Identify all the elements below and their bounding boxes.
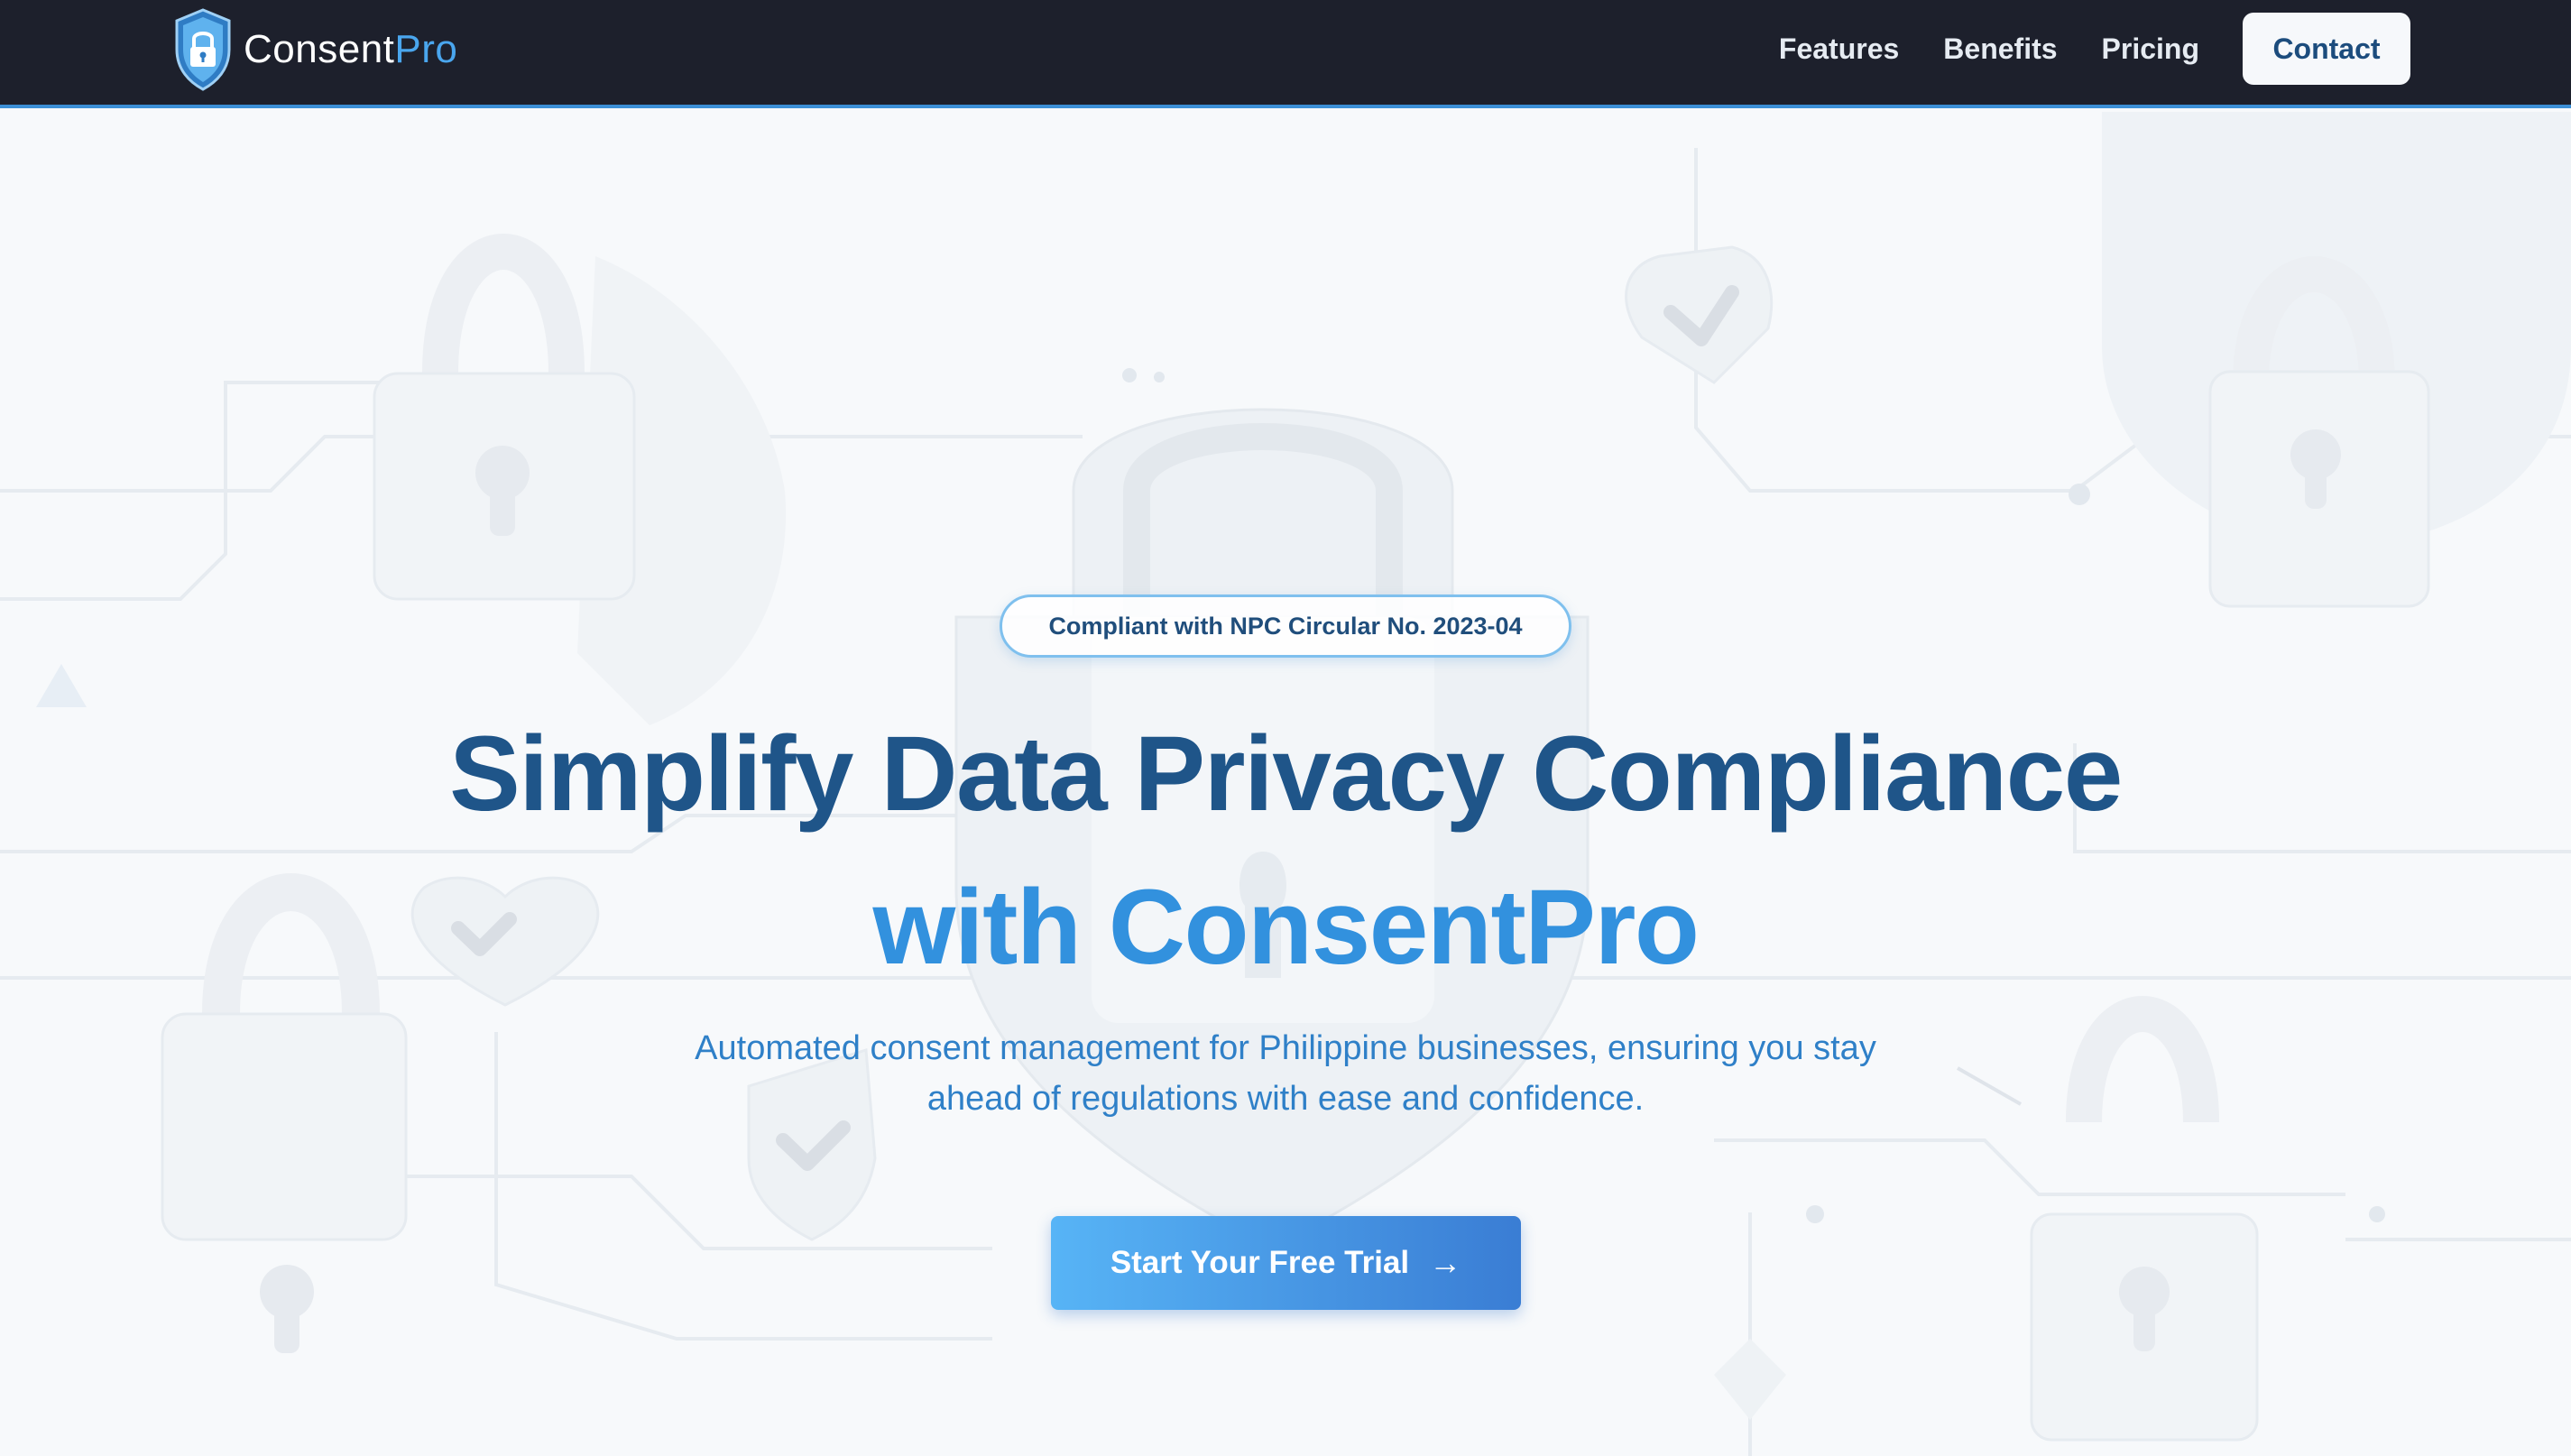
hero-title-line1: Simplify Data Privacy Compliance [449, 714, 2123, 834]
hero-section: Compliant with NPC Circular No. 2023-04 … [0, 112, 2571, 1456]
contact-button[interactable]: Contact [2243, 13, 2410, 85]
shield-lock-icon [175, 8, 231, 91]
arrow-right-icon: → [1429, 1244, 1462, 1281]
nav-link-features[interactable]: Features [1779, 32, 1899, 66]
compliance-badge: Compliant with NPC Circular No. 2023-04 [1000, 594, 1571, 658]
nav-link-pricing[interactable]: Pricing [2102, 32, 2199, 66]
cta-label: Start Your Free Trial [1110, 1245, 1410, 1280]
top-navbar: ConsentPro Features Benefits Pricing Con… [0, 0, 2571, 108]
nav-link-benefits[interactable]: Benefits [1943, 32, 2057, 66]
hero-subtitle: Automated consent management for Philipp… [695, 1029, 1876, 1118]
main-nav: Features Benefits Pricing Contact [1735, 13, 2410, 85]
brand-logo[interactable]: ConsentPro [171, 5, 457, 94]
hero-title-line2: with ConsentPro [872, 868, 1700, 987]
brand-name: ConsentPro [244, 27, 458, 71]
start-free-trial-button[interactable]: Start Your Free Trial → [1051, 1216, 1521, 1310]
